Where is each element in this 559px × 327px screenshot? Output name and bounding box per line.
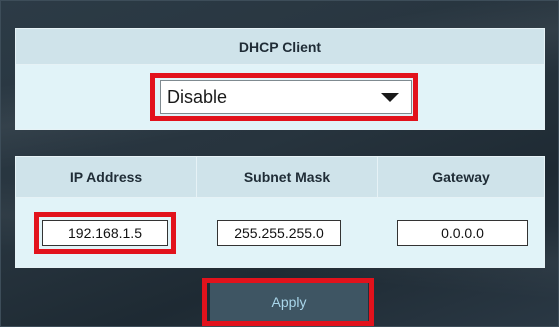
highlight-box-dhcp-select	[150, 73, 418, 121]
column-label-subnet-mask: Subnet Mask	[243, 169, 331, 185]
column-label-ip-address: IP Address	[69, 169, 143, 185]
column-label-gateway: Gateway	[432, 169, 490, 185]
dhcp-client-title: DHCP Client	[238, 38, 322, 55]
subnet-mask-field[interactable]: 255.255.255.0	[217, 220, 341, 246]
highlight-box-apply	[202, 278, 374, 326]
gateway-field[interactable]: 0.0.0.0	[397, 220, 528, 246]
ip-settings-header: IP Address Subnet Mask Gateway	[15, 156, 545, 198]
column-header-gateway: Gateway	[378, 157, 544, 197]
highlight-box-ip-address	[34, 212, 176, 254]
gateway-value: 0.0.0.0	[441, 225, 484, 241]
dhcp-client-header: DHCP Client	[15, 28, 545, 65]
column-header-ip-address: IP Address	[16, 157, 197, 197]
column-header-subnet-mask: Subnet Mask	[197, 157, 378, 197]
subnet-mask-value: 255.255.255.0	[234, 225, 324, 241]
